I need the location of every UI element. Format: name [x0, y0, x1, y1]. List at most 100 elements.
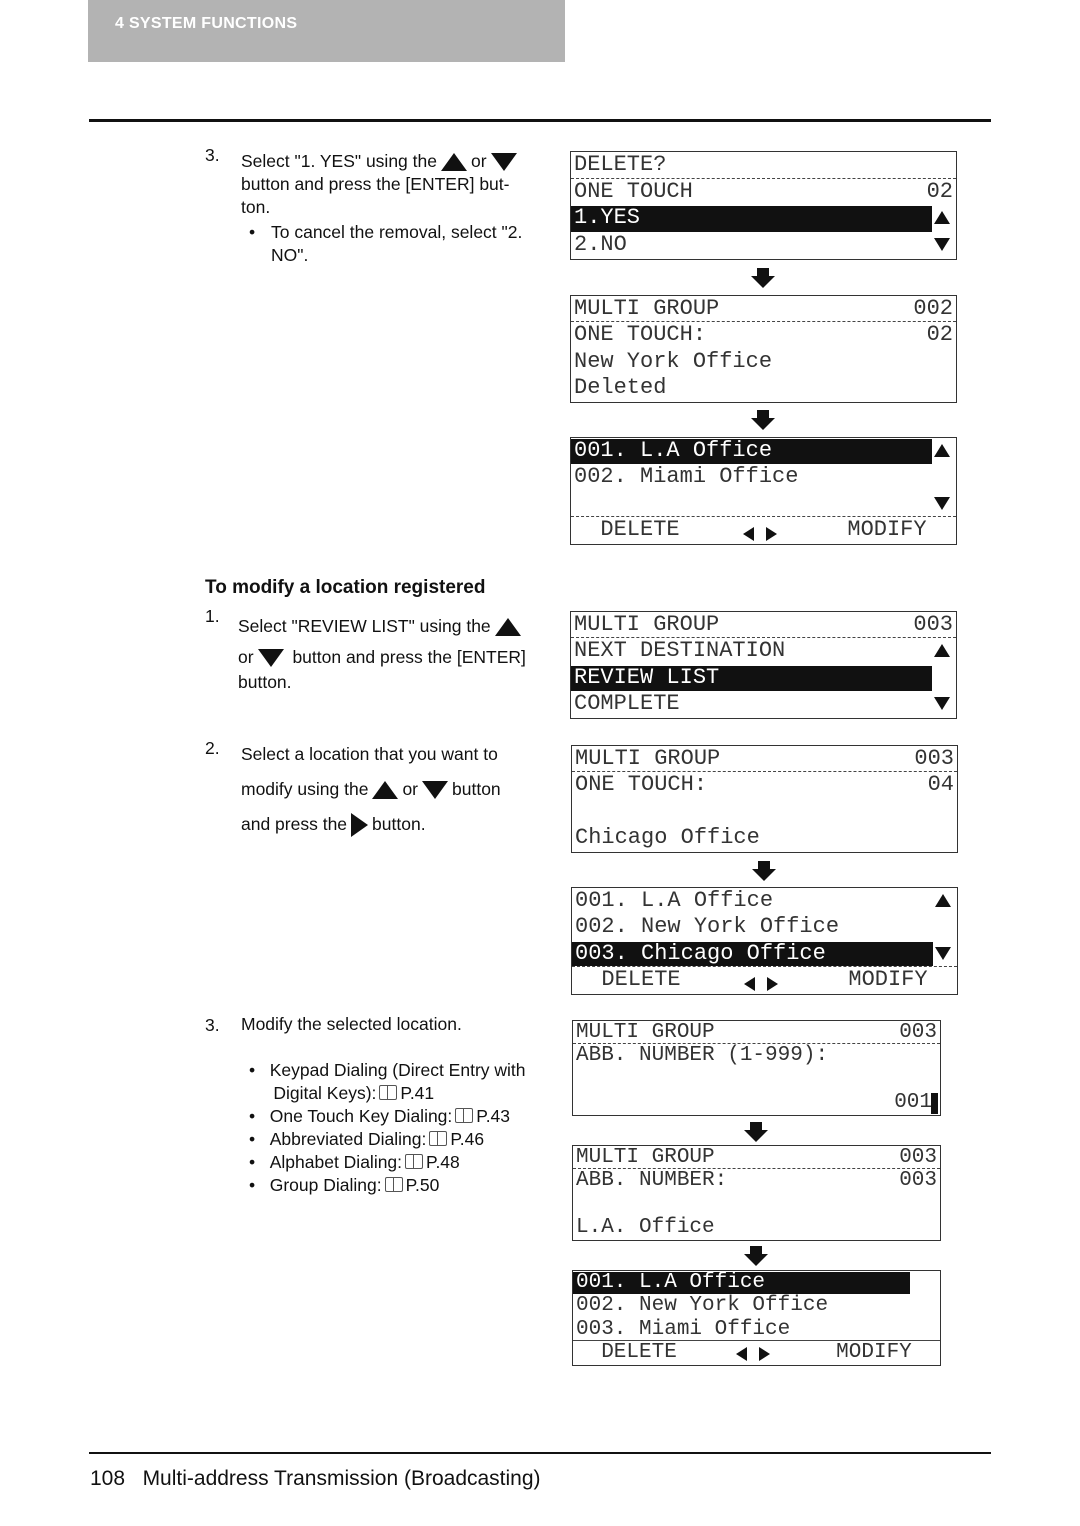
- page-reference-link[interactable]: P.50: [406, 1175, 440, 1195]
- lcd-row: MULTI GROUP 003: [571, 612, 956, 639]
- modify-softkey-label[interactable]: MODIFY: [848, 967, 954, 993]
- reference-item: • Keypad Dialing (Direct Entry with Digi…: [249, 1060, 526, 1103]
- book-icon: [384, 1177, 403, 1192]
- flow-arrow-down-icon: [752, 861, 776, 881]
- lcd-row: ONE TOUCH: 02: [571, 322, 956, 348]
- reference-label: Keypad Dialing (Direct Entry with: [269, 1060, 526, 1080]
- lcd-display-screen: MULTI GROUP 003 NEXT DESTINATION REVIEW LIS…: [570, 611, 957, 719]
- step-text-line: button and press the [ENTER]: [292, 647, 526, 667]
- step-text: Modify the selected location.: [241, 1014, 462, 1034]
- right-triangle-icon: [351, 813, 369, 838]
- lcd-row-text: 002. New York Office: [575, 914, 840, 940]
- page-footer: 108 Multi-address Transmission (Broadcas…: [90, 1467, 541, 1491]
- scroll-down-arrow-icon: [934, 237, 950, 251]
- lcd-row-text: ONE TOUCH:: [574, 322, 707, 348]
- lcd-row: ABB. NUMBER: 003: [573, 1169, 940, 1192]
- step-number: 3.: [205, 1015, 220, 1035]
- lcd-row-text: L.A. Office: [576, 1215, 715, 1239]
- lcd-row-text: MULTI GROUP: [574, 612, 720, 637]
- book-icon: [429, 1131, 448, 1146]
- lcd-row: COMPLETE: [571, 691, 956, 717]
- lcd-row: 2.NO: [571, 232, 956, 259]
- reference-item: • Group Dialing: P.50: [249, 1175, 440, 1195]
- lcd-row-text: MULTI GROUP: [575, 746, 721, 771]
- reference-label: Abbreviated Dialing:: [269, 1129, 427, 1149]
- left-arrow-icon: [743, 976, 755, 991]
- step-text-line: modify using the: [241, 779, 369, 799]
- scroll-up-arrow-icon: [934, 211, 950, 225]
- left-right-arrows: [737, 523, 783, 549]
- or-text: or: [470, 151, 487, 171]
- scroll-up-arrow-icon: [934, 444, 950, 458]
- bottom-rule: [89, 1452, 991, 1454]
- delete-softkey-label[interactable]: DELETE: [574, 517, 679, 543]
- lcd-row-text: ABB. NUMBER (1-999):: [576, 1044, 829, 1068]
- lcd-row-value: 001: [894, 1090, 932, 1114]
- lcd-row: MULTI GROUP 003: [573, 1146, 940, 1170]
- step-number: 3.: [205, 145, 220, 165]
- lcd-row: L.A. Office: [573, 1216, 940, 1239]
- lcd-row: MULTI GROUP 003: [573, 1021, 940, 1045]
- lcd-row: REVIEW LIST: [571, 665, 956, 691]
- reference-item: • Abbreviated Dialing: P.46: [249, 1129, 485, 1149]
- reference-label: One Touch Key Dialing:: [269, 1106, 453, 1126]
- scroll-up-arrow-icon: [935, 894, 951, 908]
- left-right-arrows: [738, 973, 784, 999]
- page-reference-link[interactable]: P.48: [426, 1152, 460, 1172]
- lcd-row: 001. L.A Office: [572, 888, 957, 914]
- delete-softkey-label[interactable]: DELETE: [575, 967, 680, 993]
- chapter-title: Multi-address Transmission (Broadcasting…: [142, 1467, 541, 1490]
- page-reference-link[interactable]: P.46: [450, 1129, 484, 1149]
- flow-arrow-down-icon: [751, 410, 775, 430]
- down-triangle-icon: [490, 153, 517, 172]
- step-number: 2.: [205, 738, 220, 758]
- lcd-row-text: NEXT DESTINATION: [574, 638, 786, 664]
- lcd-row-text: 002. Miami Office: [574, 464, 799, 490]
- lcd-display-screen: MULTI GROUP 003 ABB. NUMBER (1-999): 001: [572, 1020, 941, 1116]
- down-triangle-icon: [422, 781, 448, 800]
- lcd-row-text: 001. L.A Office: [575, 888, 774, 913]
- step-text-line: and press the: [241, 814, 348, 834]
- step-text-line: button: [452, 779, 501, 799]
- flow-arrow-down-icon: [751, 268, 775, 288]
- step-text: Select "REVIEW LIST" using the or button…: [238, 611, 558, 704]
- page-reference-link[interactable]: P.41: [400, 1083, 434, 1103]
- right-arrow-icon: [765, 526, 777, 541]
- section-header-tab: 4 SYSTEM FUNCTIONS: [88, 0, 565, 62]
- lcd-softkey-row: DELETE MODIFY: [572, 967, 957, 993]
- delete-softkey-label[interactable]: DELETE: [576, 1341, 677, 1364]
- lcd-row-text: ONE TOUCH:: [575, 772, 708, 798]
- lcd-row-text: 1.YES: [574, 205, 641, 230]
- lcd-row: 001. L.A Office: [573, 1271, 940, 1295]
- book-icon: [455, 1108, 474, 1123]
- lcd-row: ONE TOUCH: 04: [572, 772, 957, 798]
- reference-label: Group Dialing:: [269, 1175, 382, 1195]
- reference-label: Digital Keys):: [273, 1083, 377, 1103]
- lcd-row-text: REVIEW LIST: [574, 664, 720, 690]
- step-text: Select "1. YES" using the or button and p…: [241, 150, 561, 219]
- step-text-line: button.: [372, 814, 426, 834]
- or-text: or: [402, 779, 418, 799]
- left-arrow-icon: [735, 1347, 747, 1362]
- lcd-display-screen: 001. L.A Office 002. New York Office 003. …: [572, 1270, 941, 1366]
- lcd-row-text: 001. L.A Office: [574, 438, 773, 463]
- page-reference-link[interactable]: P.43: [476, 1106, 510, 1126]
- page-number: 108: [90, 1467, 126, 1490]
- scroll-up-arrow-icon: [934, 644, 950, 658]
- lcd-row: 002. New York Office: [573, 1294, 940, 1317]
- modify-softkey-label[interactable]: MODIFY: [847, 517, 953, 543]
- step-text-line: Select a location that you want to: [241, 744, 498, 764]
- lcd-row-text: New York Office: [574, 348, 773, 374]
- lcd-row-text: 2.NO: [574, 231, 627, 257]
- lcd-row: 002. New York Office: [572, 914, 957, 940]
- lcd-row-value: 02: [926, 178, 953, 204]
- lcd-display-screen: MULTI GROUP 002 ONE TOUCH: 02 New York Offic…: [570, 295, 957, 403]
- lcd-row-text: 003. Chicago Office: [575, 940, 826, 966]
- lcd-row: ONE TOUCH 02: [571, 179, 956, 206]
- step-text-line: button.: [238, 672, 292, 692]
- text-cursor: [931, 1092, 938, 1114]
- right-arrow-icon: [766, 976, 778, 991]
- modify-softkey-label[interactable]: MODIFY: [836, 1341, 937, 1364]
- book-icon: [405, 1154, 424, 1169]
- lcd-row-text: MULTI GROUP: [576, 1146, 715, 1169]
